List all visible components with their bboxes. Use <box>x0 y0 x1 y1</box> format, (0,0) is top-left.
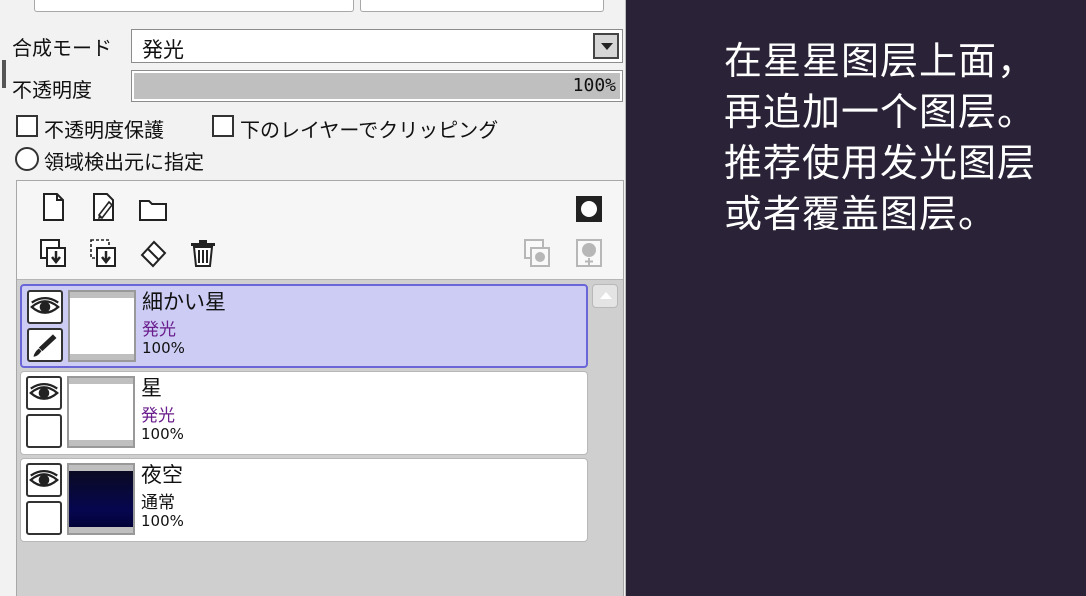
eye-icon <box>29 297 61 326</box>
layer-thumbnail <box>68 290 136 362</box>
apply-mask-icon <box>521 237 553 269</box>
visibility-toggle[interactable] <box>27 290 63 324</box>
new-layer-icon[interactable] <box>37 191 69 223</box>
layer-row-fine-stars[interactable]: 細かい星 発光 100% <box>20 284 588 368</box>
eye-icon <box>28 383 60 412</box>
caption-line: 在星星图层上面， <box>724 39 1037 83</box>
edit-lock-toggle[interactable] <box>27 328 63 362</box>
top-field-left[interactable] <box>34 0 354 12</box>
selection-source-radio[interactable] <box>15 147 39 171</box>
opacity-slider-fill <box>134 73 620 99</box>
layer-row-night-sky[interactable]: 夜空 通常 100% <box>20 458 588 542</box>
scroll-up-button[interactable] <box>592 284 618 308</box>
mask-icon[interactable] <box>573 193 605 225</box>
blend-mode-select[interactable]: 発光 <box>131 29 623 63</box>
top-field-right[interactable] <box>360 0 604 12</box>
caption-line: 推荐使用发光图层 <box>724 141 1037 185</box>
clear-layer-icon[interactable] <box>137 237 169 269</box>
blend-mode-label: 合成モード <box>12 36 112 60</box>
layer-name: 細かい星 <box>142 290 226 314</box>
layer-name: 星 <box>141 376 162 400</box>
layer-opacity: 100% <box>141 512 184 530</box>
opacity-value: 100% <box>572 75 616 96</box>
panel-edge-marker <box>2 60 6 88</box>
edit-lock-toggle[interactable] <box>26 414 62 448</box>
chevron-down-icon[interactable] <box>593 33 619 59</box>
add-mask-icon <box>573 237 605 269</box>
opacity-slider[interactable]: 100% <box>131 70 623 102</box>
layer-list: 細かい星 発光 100% 星 発光 100% 夜空 通常 100% <box>17 279 623 596</box>
layer-opacity: 100% <box>141 425 184 443</box>
visibility-toggle[interactable] <box>26 463 62 497</box>
layer-name: 夜空 <box>141 463 183 487</box>
new-folder-icon[interactable] <box>137 193 169 225</box>
layer-blend-mode: 発光 <box>142 320 176 340</box>
layer-list-box: 細かい星 発光 100% 星 発光 100% 夜空 通常 100% <box>16 180 624 596</box>
protect-opacity-label: 不透明度保護 <box>44 118 164 142</box>
caption-line: 或者覆盖图层。 <box>724 192 998 236</box>
blend-mode-value: 発光 <box>142 38 184 62</box>
caption-line: 再追加一个图层。 <box>724 90 1037 134</box>
clipping-label: 下のレイヤーでクリッピング <box>240 118 499 142</box>
protect-opacity-checkbox[interactable] <box>16 115 38 137</box>
layer-panel: 合成モード 発光 不透明度 100% 不透明度保護 下のレイヤーでクリッピング … <box>0 0 626 596</box>
layer-thumbnail <box>67 376 135 448</box>
layer-row-stars[interactable]: 星 発光 100% <box>20 371 588 455</box>
new-linework-layer-icon[interactable] <box>87 191 119 223</box>
layer-opacity: 100% <box>142 339 185 357</box>
selection-source-label: 領域検出元に指定 <box>44 150 204 174</box>
eye-icon <box>28 470 60 499</box>
top-fields <box>0 0 625 14</box>
brush-icon <box>29 334 61 364</box>
layer-thumbnail <box>67 463 135 535</box>
opacity-label: 不透明度 <box>12 78 92 102</box>
transfer-down-icon[interactable] <box>37 237 69 269</box>
layer-blend-mode: 発光 <box>141 406 175 426</box>
visibility-toggle[interactable] <box>26 376 62 410</box>
delete-layer-icon[interactable] <box>187 237 219 269</box>
caption: 在星星图层上面， 再追加一个图层。 推荐使用发光图层 或者覆盖图层。 <box>724 36 1076 240</box>
clipping-checkbox[interactable] <box>212 115 234 137</box>
merge-down-icon[interactable] <box>87 237 119 269</box>
layer-blend-mode: 通常 <box>141 493 175 513</box>
edit-lock-toggle[interactable] <box>26 501 62 535</box>
